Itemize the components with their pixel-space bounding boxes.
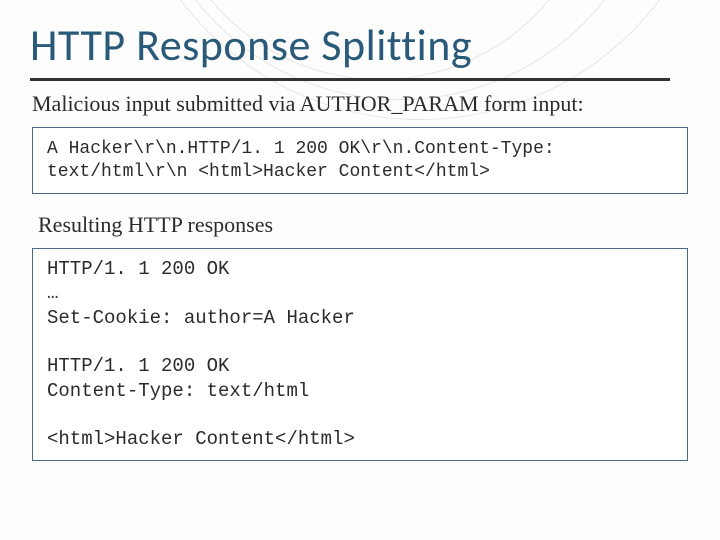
code-block-responses: HTTP/1. 1 200 OK … Set-Cookie: author=A …: [32, 248, 688, 461]
subheading-resulting-responses: Resulting HTTP responses: [38, 212, 688, 238]
title-underline: [30, 78, 670, 81]
subheading-malicious-input: Malicious input submitted via AUTHOR_PAR…: [32, 91, 688, 117]
page-title: HTTP Response Splitting: [30, 18, 690, 72]
slide: HTTP Response Splitting Malicious input …: [0, 0, 720, 540]
code-block-input: A Hacker\r\n.HTTP/1. 1 200 OK\r\n.Conten…: [32, 127, 688, 194]
